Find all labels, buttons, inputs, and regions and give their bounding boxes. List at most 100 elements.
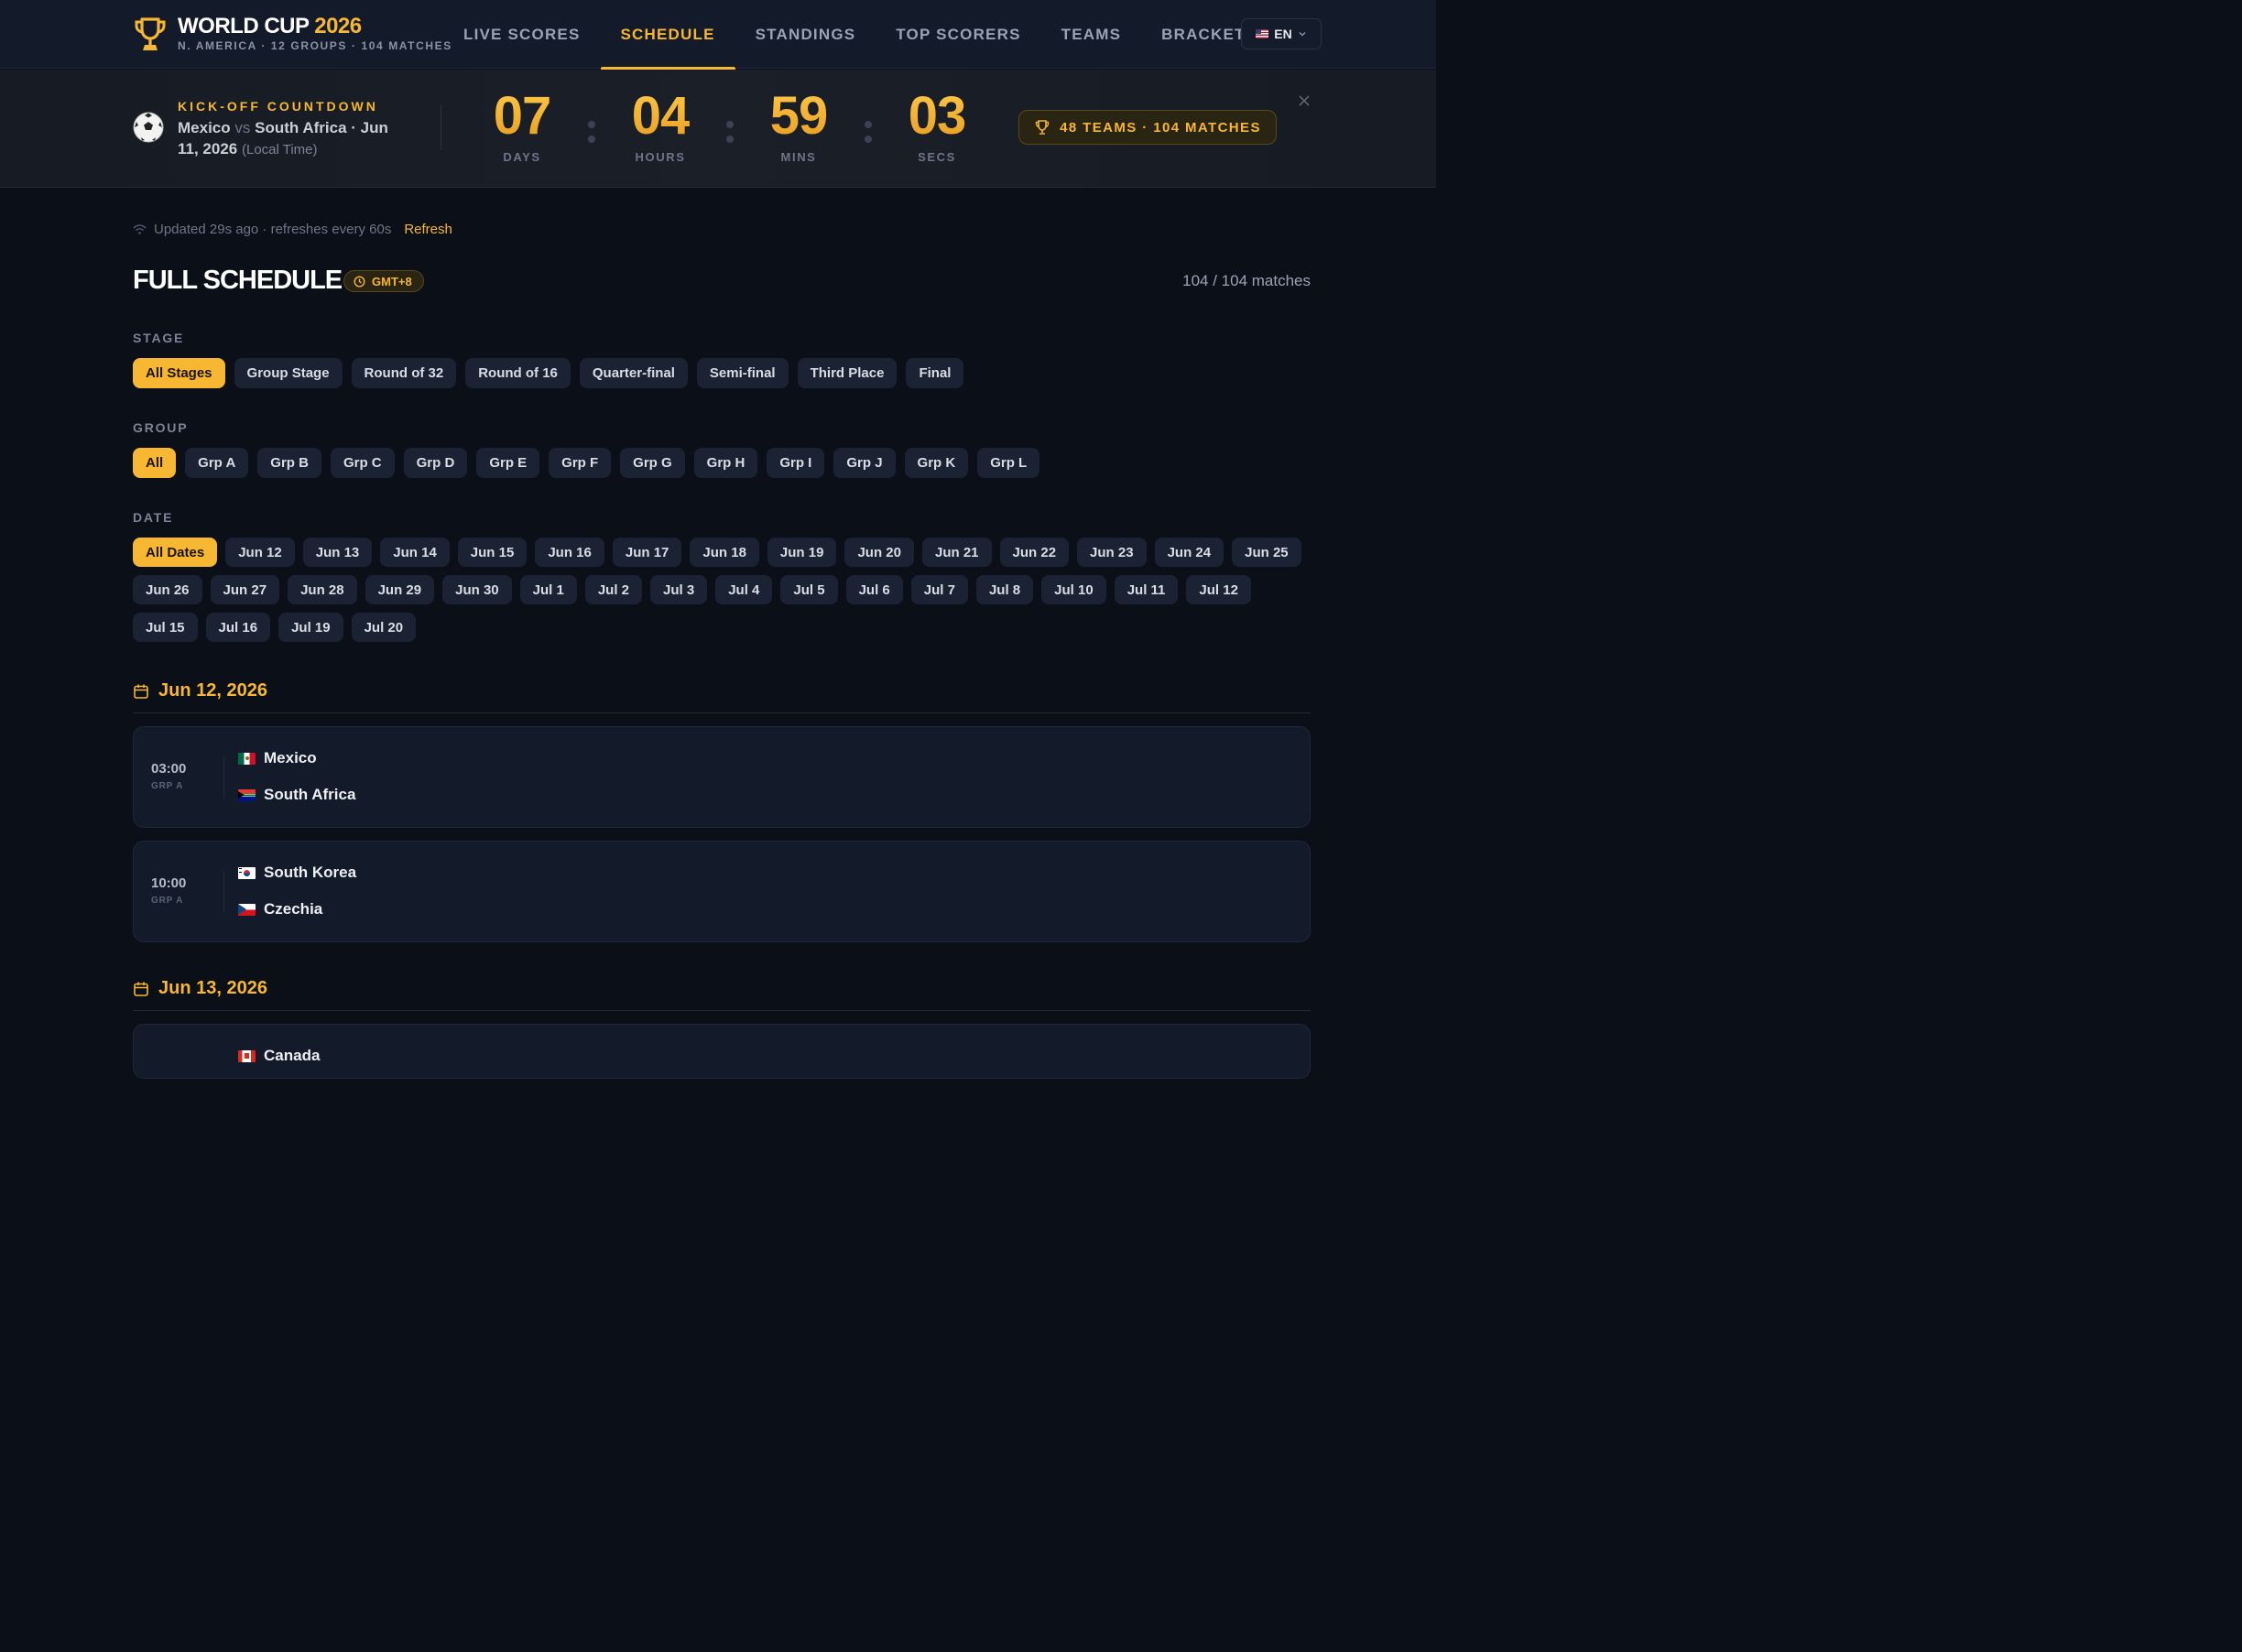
trophy-icon xyxy=(1035,120,1050,135)
date-pill-jun-29[interactable]: Jun 29 xyxy=(365,575,435,604)
match-card[interactable]: 10:00 GRP A South Korea Czechia xyxy=(133,841,1311,942)
south-korea-flag-icon xyxy=(238,866,256,879)
countdown-colon xyxy=(864,121,873,145)
date-pill-jul-15[interactable]: Jul 15 xyxy=(133,613,198,642)
nav-link-schedule[interactable]: SCHEDULE xyxy=(600,0,735,71)
canada-flag-icon xyxy=(238,1049,256,1062)
date-pill-jun-24[interactable]: Jun 24 xyxy=(1154,538,1224,567)
match-group: GRP A xyxy=(151,781,184,791)
close-icon[interactable] xyxy=(1297,93,1311,108)
date-pill-jul-8[interactable]: Jul 8 xyxy=(975,575,1034,604)
stage-pill-semi-final[interactable]: Semi-final xyxy=(696,358,789,388)
date-pill-jul-16[interactable]: Jul 16 xyxy=(205,613,271,642)
date-pill-jun-14[interactable]: Jun 14 xyxy=(380,538,450,567)
date-pill-jul-2[interactable]: Jul 2 xyxy=(584,575,643,604)
group-pill-grp-f[interactable]: Grp F xyxy=(549,448,612,478)
nav-link-teams[interactable]: TEAMS xyxy=(1041,0,1142,69)
refresh-link[interactable]: Refresh xyxy=(404,222,452,237)
date-pill-jun-30[interactable]: Jun 30 xyxy=(442,575,512,604)
countdown-label: KICK-OFF COUNTDOWN xyxy=(178,99,378,114)
date-pill-jul-12[interactable]: Jul 12 xyxy=(1186,575,1251,604)
update-text: Updated 29s ago · refreshes every 60s xyxy=(154,222,392,237)
date-pill-jun-20[interactable]: Jun 20 xyxy=(844,538,914,567)
stage-pill-round-of-16[interactable]: Round of 16 xyxy=(465,358,571,388)
group-pill-grp-d[interactable]: Grp D xyxy=(403,448,468,478)
date-pill-jun-26[interactable]: Jun 26 xyxy=(133,575,202,604)
date-pill-jul-19[interactable]: Jul 19 xyxy=(278,613,343,642)
tournament-badge: 48 TEAMS · 104 MATCHES xyxy=(1018,110,1277,145)
match-card[interactable]: Canada xyxy=(133,1024,1311,1079)
us-flag-icon xyxy=(1256,29,1269,38)
group-pill-grp-l[interactable]: Grp L xyxy=(977,448,1040,478)
date-pill-jun-13[interactable]: Jun 13 xyxy=(302,538,373,567)
date-pill-jun-16[interactable]: Jun 16 xyxy=(535,538,604,567)
update-status: Updated 29s ago · refreshes every 60s Re… xyxy=(133,222,452,237)
date-pill-jul-1[interactable]: Jul 1 xyxy=(519,575,577,604)
group-pill-grp-k[interactable]: Grp K xyxy=(904,448,969,478)
group-pill-all[interactable]: All xyxy=(133,448,177,478)
home-team: South Korea xyxy=(238,864,356,882)
calendar-icon xyxy=(134,982,148,996)
date-pill-jul-4[interactable]: Jul 4 xyxy=(715,575,773,604)
timezone-badge[interactable]: GMT+8 xyxy=(343,270,424,292)
chevron-down-icon xyxy=(1299,32,1306,37)
date-filter: All Dates Jun 12 Jun 13 Jun 14 Jun 15 Jun 16 J… xyxy=(133,538,1314,642)
date-pill-jun-23[interactable]: Jun 23 xyxy=(1077,538,1147,567)
group-pill-grp-g[interactable]: Grp G xyxy=(620,448,685,478)
stage-pill-group-stage[interactable]: Group Stage xyxy=(234,358,343,388)
date-pill-jun-22[interactable]: Jun 22 xyxy=(999,538,1070,567)
group-pill-grp-b[interactable]: Grp B xyxy=(257,448,321,478)
nav-link-live-scores[interactable]: LIVE SCORES xyxy=(443,0,601,69)
match-count: 104 / 104 matches xyxy=(1182,272,1311,289)
group-filter: All Grp A Grp B Grp C Grp D Grp E Grp F Grp G Gr… xyxy=(133,448,1040,478)
group-pill-grp-e[interactable]: Grp E xyxy=(476,448,540,478)
date-pill-jun-18[interactable]: Jun 18 xyxy=(690,538,759,567)
group-pill-grp-c[interactable]: Grp C xyxy=(330,448,395,478)
date-pill-jul-11[interactable]: Jul 11 xyxy=(1114,575,1179,604)
countdown-colon xyxy=(725,121,735,145)
stage-pill-quarter-final[interactable]: Quarter-final xyxy=(579,358,688,388)
date-pill-jul-7[interactable]: Jul 7 xyxy=(910,575,968,604)
date-pill-jun-28[interactable]: Jun 28 xyxy=(288,575,357,604)
date-pill-jun-19[interactable]: Jun 19 xyxy=(767,538,837,567)
language-label: EN xyxy=(1274,27,1292,41)
date-pill-jun-12[interactable]: Jun 12 xyxy=(225,538,295,567)
date-pill-jul-20[interactable]: Jul 20 xyxy=(351,613,417,642)
date-pill-jun-15[interactable]: Jun 15 xyxy=(457,538,528,567)
countdown-mins: 59 MINS xyxy=(744,86,854,164)
countdown-colon xyxy=(587,121,596,145)
stage-pill-round-of-32[interactable]: Round of 32 xyxy=(351,358,457,388)
date-pill-jul-5[interactable]: Jul 5 xyxy=(780,575,838,604)
date-pill-all-dates[interactable]: All Dates xyxy=(133,538,218,567)
day-divider xyxy=(133,712,1311,713)
match-card[interactable]: 03:00 GRP A Mexico South Africa xyxy=(133,726,1311,828)
mexico-flag-icon xyxy=(238,752,256,765)
nav-link-top-scorers[interactable]: TOP SCORERS xyxy=(876,0,1040,69)
stage-pill-final[interactable]: Final xyxy=(906,358,964,388)
date-pill-jul-10[interactable]: Jul 10 xyxy=(1041,575,1106,604)
nav-link-standings[interactable]: STANDINGS xyxy=(735,0,876,69)
date-pill-jun-27[interactable]: Jun 27 xyxy=(210,575,280,604)
date-pill-jul-3[interactable]: Jul 3 xyxy=(650,575,708,604)
date-pill-jun-17[interactable]: Jun 17 xyxy=(612,538,682,567)
home-team: Mexico xyxy=(238,749,317,767)
group-pill-grp-j[interactable]: Grp J xyxy=(833,448,896,478)
stage-pill-all-stages[interactable]: All Stages xyxy=(133,358,225,388)
stage-filter: All Stages Group Stage Round of 32 Round of… xyxy=(133,358,964,388)
date-pill-jul-6[interactable]: Jul 6 xyxy=(845,575,903,604)
date-pill-jun-21[interactable]: Jun 21 xyxy=(921,538,992,567)
match-group: GRP A xyxy=(151,896,184,906)
countdown-days: 07 DAYS xyxy=(467,86,577,164)
date-pill-jun-25[interactable]: Jun 25 xyxy=(1232,538,1301,567)
wifi-icon xyxy=(133,223,147,234)
countdown-match: Mexico vs South Africa · Jun 11, 2026 (L… xyxy=(178,119,388,158)
stage-pill-third-place[interactable]: Third Place xyxy=(797,358,898,388)
brand[interactable]: WORLD CUP 2026 N. AMERICA · 12 GROUPS · … xyxy=(134,15,452,53)
group-pill-grp-i[interactable]: Grp I xyxy=(767,448,825,478)
language-selector[interactable]: EN xyxy=(1241,18,1322,49)
group-pill-grp-a[interactable]: Grp A xyxy=(185,448,249,478)
day-header: Jun 13, 2026 xyxy=(133,978,267,999)
group-pill-grp-h[interactable]: Grp H xyxy=(693,448,758,478)
calendar-icon xyxy=(134,684,148,699)
stage-label: STAGE xyxy=(133,331,185,345)
